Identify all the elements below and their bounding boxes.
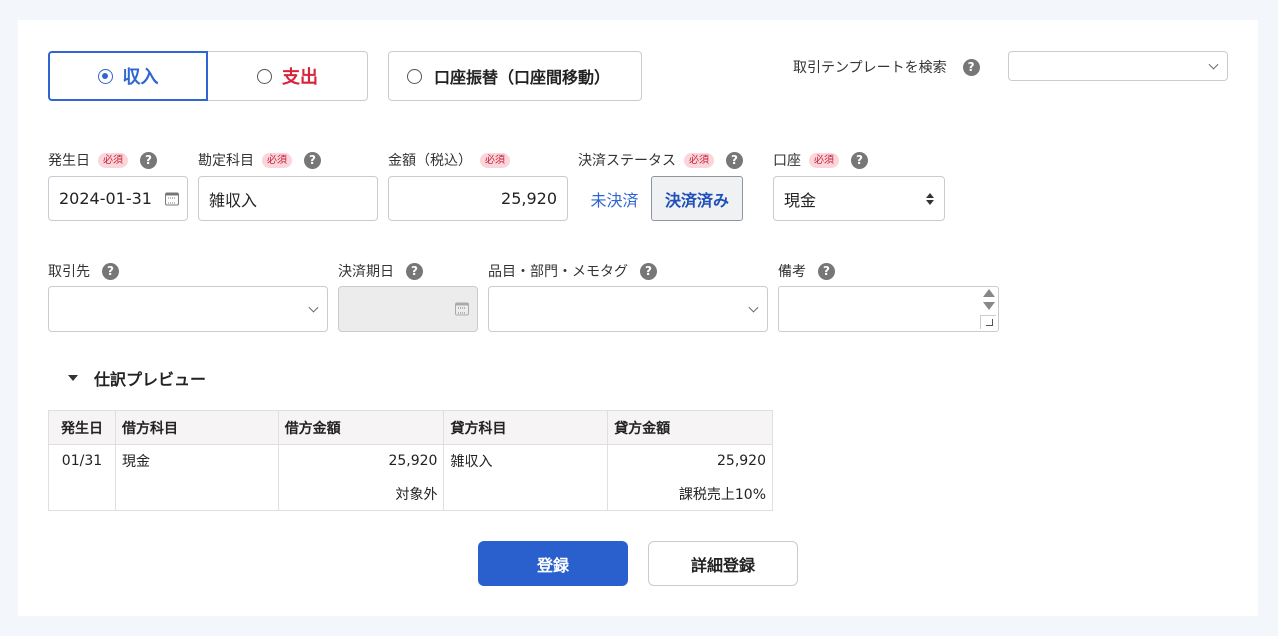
help-icon[interactable]: ? (726, 151, 743, 169)
table-row: 01/31 現金 25,920 雑収入 25,920 (48, 444, 773, 511)
required-badge: 必須 (480, 152, 510, 168)
entry-panel: 収入 支出 口座振替（口座間移動） 取引テンプレートを検索 ? 発生日 必須 ?… (18, 20, 1258, 616)
required-badge: 必須 (684, 152, 714, 168)
header-debit-amount: 借方金額 (277, 410, 445, 445)
account-item-input[interactable]: 雑収入 (198, 176, 378, 221)
help-icon[interactable]: ? (406, 262, 423, 280)
income-label: 収入 (122, 67, 159, 88)
caret-down-icon (68, 375, 78, 381)
detail-register-button[interactable]: 詳細登録 (648, 541, 798, 586)
amount-value: 25,920 (501, 189, 557, 208)
header-date: 発生日 (48, 410, 116, 445)
account-item-label-text: 勘定科目 (198, 153, 254, 169)
wallet-label-text: 口座 (773, 153, 801, 169)
journal-preview-table: 発生日 借方科目 借方金額 貸方科目 貸方金額 01/31 現金 25,920 … (48, 410, 773, 511)
radio-unchecked-icon (257, 68, 272, 84)
radio-checked-icon (97, 68, 113, 84)
due-date-input (338, 286, 478, 332)
wallet-value: 現金 (784, 190, 817, 210)
required-badge: 必須 (98, 152, 128, 168)
template-search-select[interactable] (1008, 51, 1228, 81)
calendar-icon[interactable] (165, 192, 179, 205)
memo-textarea[interactable] (778, 286, 999, 332)
required-badge: 必須 (262, 152, 292, 168)
row-debit-amount: 25,920 (277, 444, 445, 478)
account-item-value: 雑収入 (209, 190, 258, 210)
account-item-label: 勘定科目 必須 ? (198, 150, 321, 170)
required-badge: 必須 (809, 152, 839, 168)
date-value: 2024-01-31 (59, 189, 152, 208)
amount-label: 金額（税込） 必須 (388, 150, 510, 170)
chevron-down-icon (748, 302, 759, 313)
resize-handle-icon[interactable] (980, 315, 996, 329)
help-icon[interactable]: ? (962, 58, 980, 76)
amount-input[interactable]: 25,920 (388, 176, 568, 221)
select-updown-icon (926, 192, 934, 205)
radio-unchecked-icon (407, 68, 422, 84)
memo-label: 備考 ? (778, 261, 835, 281)
tags-label: 品目・部門・メモタグ ? (488, 261, 657, 281)
header-debit-account: 借方科目 (114, 410, 279, 445)
row-credit-amount: 25,920 (607, 444, 773, 478)
tags-select[interactable] (488, 286, 768, 332)
row-date: 01/31 (48, 444, 116, 511)
help-icon[interactable]: ? (304, 151, 321, 169)
income-tab[interactable]: 収入 (48, 51, 208, 101)
row-credit-account: 雑収入 (443, 444, 609, 478)
due-date-label-text: 決済期日 (338, 264, 394, 280)
header-credit-amount: 貸方金額 (607, 410, 773, 445)
partner-select[interactable] (48, 286, 328, 332)
wallet-select[interactable]: 現金 (773, 176, 945, 221)
row-credit-tax: 課税売上10% (607, 477, 773, 511)
partner-label: 取引先 ? (48, 261, 119, 281)
row-credit-account-empty (443, 477, 609, 511)
transfer-tab[interactable]: 口座振替（口座間移動） (388, 51, 642, 101)
help-icon[interactable]: ? (140, 151, 157, 169)
table-header-row: 発生日 借方科目 借方金額 貸方科目 貸方金額 (48, 410, 773, 445)
payment-status-toggle: 未決済 決済済み (578, 176, 743, 221)
help-icon[interactable]: ? (818, 262, 835, 280)
row-debit-account-empty (114, 477, 279, 511)
expense-tab[interactable]: 支出 (208, 51, 368, 101)
template-search-label: 取引テンプレートを検索 ? (793, 57, 980, 77)
row-debit-account: 現金 (114, 444, 279, 478)
journal-preview-toggle[interactable]: 仕訳プレビュー (68, 366, 206, 390)
scroll-arrows-icon[interactable] (983, 289, 995, 310)
unpaid-button[interactable]: 未決済 (578, 176, 651, 221)
help-icon[interactable]: ? (851, 151, 868, 169)
date-label: 発生日 必須 ? (48, 150, 157, 170)
payment-status-label: 決済ステータス 必須 ? (578, 150, 743, 170)
wallet-label: 口座 必須 ? (773, 150, 868, 170)
help-icon[interactable]: ? (640, 262, 657, 280)
header-credit-account: 貸方科目 (443, 410, 609, 445)
chevron-down-icon (1208, 59, 1219, 70)
paid-button[interactable]: 決済済み (651, 176, 743, 221)
help-icon[interactable]: ? (102, 262, 119, 280)
partner-label-text: 取引先 (48, 264, 90, 280)
chevron-down-icon (308, 302, 319, 313)
table-row: 対象外 課税売上10% (49, 477, 773, 511)
calendar-icon (455, 302, 469, 316)
template-search-label-text: 取引テンプレートを検索 (793, 60, 947, 76)
memo-label-text: 備考 (778, 264, 806, 280)
transfer-label: 口座振替（口座間移動） (434, 68, 611, 87)
date-input[interactable]: 2024-01-31 (48, 176, 188, 221)
date-label-text: 発生日 (48, 153, 90, 169)
journal-preview-title: 仕訳プレビュー (94, 370, 207, 389)
register-button[interactable]: 登録 (478, 541, 628, 586)
amount-label-text: 金額（税込） (388, 153, 472, 169)
due-date-label: 決済期日 ? (338, 261, 423, 281)
tags-label-text: 品目・部門・メモタグ (488, 264, 628, 280)
expense-label: 支出 (282, 67, 318, 88)
transaction-type-toggle: 収入 支出 (48, 51, 368, 101)
row-debit-tax: 対象外 (277, 477, 445, 511)
payment-status-label-text: 決済ステータス (578, 153, 676, 169)
